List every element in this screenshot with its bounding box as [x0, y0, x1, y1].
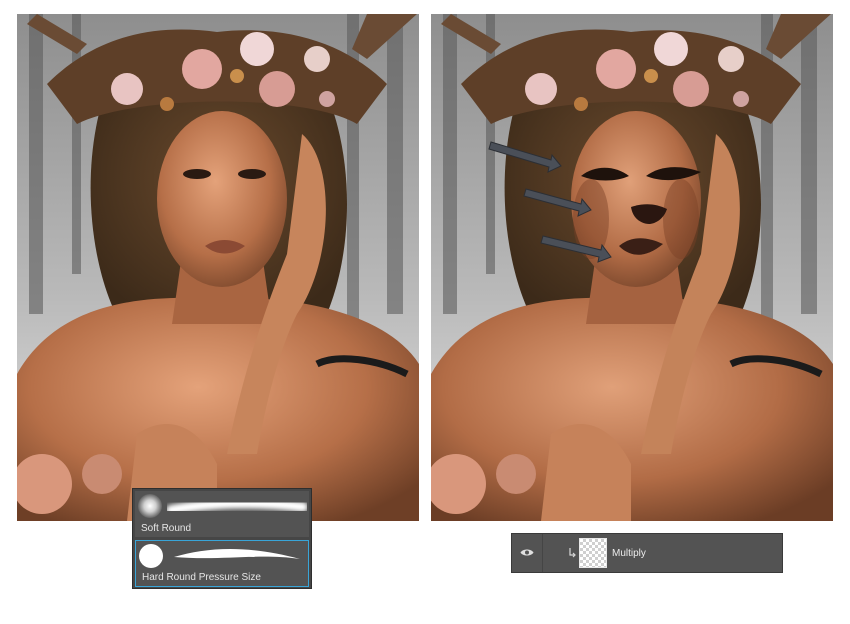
eye-icon: [520, 549, 534, 556]
brush-preset-soft-round[interactable]: Soft Round: [135, 491, 309, 537]
soft-round-stroke-preview: [167, 498, 307, 515]
layer-name[interactable]: Multiply: [612, 548, 646, 559]
edited-portrait-image: [431, 14, 833, 521]
layer-row-multiply[interactable]: Multiply: [511, 533, 783, 573]
brush-preset-label: Hard Round Pressure Size: [142, 572, 261, 583]
original-portrait-image: [17, 14, 419, 521]
brush-preset-panel: Soft Round Hard Round Pressure Size: [132, 488, 312, 589]
brush-preset-hard-round-pressure-size[interactable]: Hard Round Pressure Size: [135, 540, 309, 587]
hard-round-stroke-preview: [174, 549, 300, 559]
brush-preset-label: Soft Round: [141, 523, 192, 534]
layer-thumbnail[interactable]: [579, 538, 607, 568]
clipping-mask-arrow-icon: [569, 548, 576, 558]
hard-round-brush-tip-icon: [139, 544, 163, 568]
layer-visibility-toggle[interactable]: [512, 534, 543, 572]
soft-round-brush-tip-icon: [138, 494, 162, 518]
